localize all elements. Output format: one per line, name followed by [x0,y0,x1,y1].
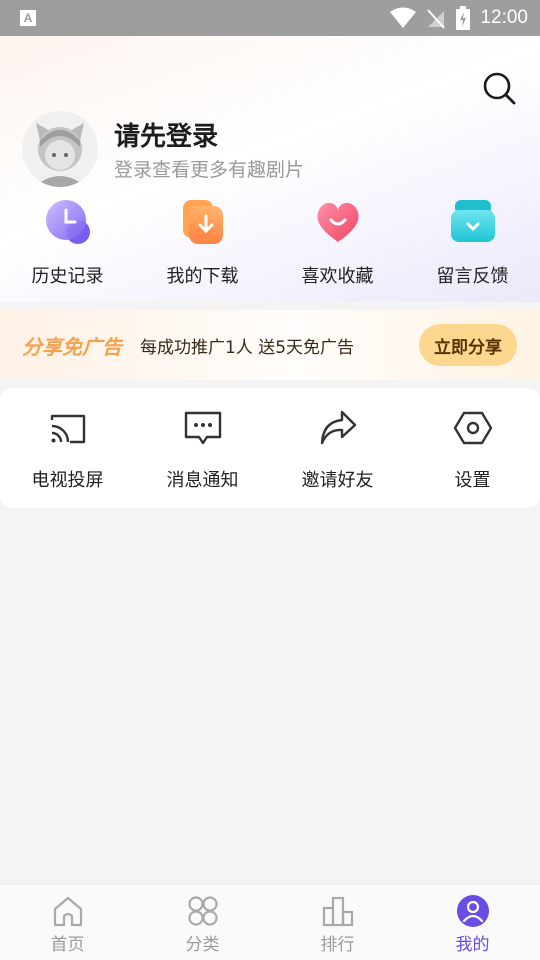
wifi-icon [390,7,417,28]
nav-label: 分类 [185,935,220,955]
quick-actions: 历史记录 我的下载 喜欢收藏 留言反馈 [0,198,540,288]
status-bar: A 12:00 [0,0,540,36]
search-icon[interactable] [482,71,516,105]
nav-ranking[interactable]: 排行 [270,885,405,960]
banner-text: 每成功推广1人 送5天免广告 [140,337,355,358]
quick-action-label: 我的下载 [166,266,239,287]
banner-title: 分享免广告 [22,334,122,359]
ranking-icon [322,896,353,927]
quick-action-history[interactable]: 历史记录 [0,198,135,288]
quick-action-favorites[interactable]: 喜欢收藏 [270,198,405,288]
quick-action-label: 留言反馈 [436,266,509,287]
quick-action-label: 历史记录 [31,266,104,287]
battery-icon [456,6,471,30]
history-icon [45,200,90,244]
bottom-nav: 首页 分类 排行 我的 [0,884,540,960]
nav-label: 我的 [455,935,490,955]
profile-header: 请先登录 登录查看更多有趣剧片 历史记录 我的下载 喜欢收藏 留言反馈 [0,36,540,302]
tool-label: 邀请好友 [301,470,374,491]
home-icon [53,896,82,927]
tool-label: 消息通知 [166,470,239,491]
category-icon [187,896,218,926]
feedback-icon [450,200,495,242]
quick-action-feedback[interactable]: 留言反馈 [405,198,540,288]
favorite-heart-icon [316,202,359,242]
no-signal-icon [427,9,446,29]
share-now-button[interactable]: 立即分享 [419,324,517,366]
status-icons: 12:00 [390,6,528,30]
default-avatar-icon [22,111,98,187]
nav-mine[interactable]: 我的 [405,885,540,960]
tool-messages[interactable]: 消息通知 [135,408,270,508]
nav-category[interactable]: 分类 [135,885,270,960]
clock: 12:00 [480,7,528,28]
login-prompt-title[interactable]: 请先登录 [114,116,218,153]
quick-action-label: 喜欢收藏 [301,266,374,287]
nav-label: 排行 [320,935,355,955]
tool-cast[interactable]: 电视投屏 [0,408,135,508]
app-notification-icon: A [20,10,36,26]
tools-card: 电视投屏 消息通知 邀请好友 设置 [0,388,540,508]
share-arrow-icon [320,410,356,445]
settings-hexagon-icon [453,411,492,445]
tool-label: 设置 [454,470,491,491]
share-ad-free-banner: 分享免广告 每成功推广1人 送5天免广告 立即分享 [0,310,540,380]
profile-icon [456,895,489,927]
tool-invite[interactable]: 邀请好友 [270,408,405,508]
download-icon [182,200,223,244]
login-prompt-subtitle: 登录查看更多有趣剧片 [114,159,305,181]
tool-settings[interactable]: 设置 [405,408,540,508]
nav-home[interactable]: 首页 [0,885,135,960]
message-icon [184,411,221,445]
quick-action-download[interactable]: 我的下载 [135,198,270,288]
cast-icon [50,414,85,444]
nav-label: 首页 [50,935,85,955]
avatar[interactable] [22,111,98,187]
tool-label: 电视投屏 [31,470,104,491]
